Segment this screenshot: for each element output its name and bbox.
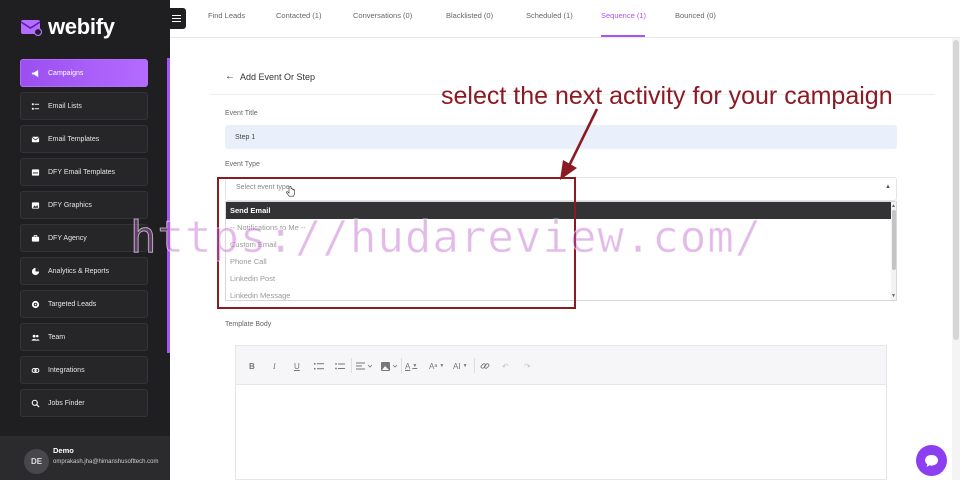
event-title-label: Event Title — [225, 110, 258, 117]
target-icon — [31, 300, 40, 309]
chevron-down-icon: ▼ — [412, 363, 418, 369]
app-logo[interactable]: webify — [20, 14, 115, 40]
tab-scheduled[interactable]: Scheduled (1) — [526, 11, 573, 20]
font-size-icon: Aᵃ — [429, 361, 438, 371]
toolbar-separator — [474, 358, 475, 373]
chevron-down-icon: ▼ — [462, 363, 468, 369]
undo-icon: ↶ — [502, 361, 509, 371]
align-button[interactable] — [356, 360, 372, 372]
sidebar-item-label: DFY Agency — [48, 234, 87, 242]
link-icon — [31, 366, 40, 375]
sidebar-scroll-accent — [167, 58, 170, 353]
sidebar-item-label: Targeted Leads — [48, 300, 97, 308]
tab-blacklisted[interactable]: Blacklisted (0) — [446, 11, 493, 20]
link-icon — [480, 363, 490, 369]
redo-icon: ↷ — [524, 361, 531, 371]
watermark: https://hudareview.com/ — [129, 212, 763, 264]
text-color-icon: A — [405, 361, 411, 371]
ordered-list-icon — [314, 362, 324, 369]
align-left-icon — [356, 362, 372, 369]
chat-bubble-icon — [925, 454, 938, 467]
insert-link-button[interactable] — [480, 360, 490, 372]
list-icon — [31, 102, 40, 111]
avatar[interactable]: DE — [24, 449, 49, 474]
italic-button[interactable]: I — [273, 360, 276, 372]
active-tab-indicator — [601, 35, 645, 37]
ordered-list-button[interactable] — [314, 360, 324, 372]
chevron-down-icon: ▼ — [439, 363, 445, 369]
tab-bounced[interactable]: Bounced (0) — [675, 11, 716, 20]
user-email: omprakash.jha@himanshusofttech.com — [53, 459, 159, 465]
chat-button[interactable] — [916, 445, 947, 476]
toolbar-separator — [401, 358, 402, 373]
bullet-list-button[interactable] — [335, 360, 345, 372]
page-title: Add Event Or Step — [240, 71, 316, 82]
scroll-up-icon[interactable]: ▲ — [891, 203, 896, 209]
tutorial-arrow-icon — [560, 108, 599, 180]
bullet-list-icon — [335, 362, 345, 369]
ai-icon: AI — [453, 361, 461, 371]
font-size-button[interactable]: Aᵃ ▼ — [429, 360, 444, 372]
sidebar-item-dfy-graphics[interactable]: DFY Graphics — [20, 191, 148, 219]
sidebar-item-email-templates[interactable]: Email Templates — [20, 125, 148, 153]
sidebar-item-label: DFY Email Templates — [48, 168, 116, 176]
editor-toolbar — [235, 345, 887, 385]
sidebar-item-label: Analytics & Reports — [48, 267, 110, 275]
sidebar-item-campaigns[interactable]: Campaigns — [20, 59, 148, 87]
sidebar-item-label: Email Templates — [48, 135, 100, 143]
tab-find-leads[interactable]: Find Leads — [208, 11, 245, 20]
tab-contacted[interactable]: Contacted (1) — [276, 11, 321, 20]
megaphone-icon — [31, 69, 40, 78]
sidebar-item-targeted-leads[interactable]: Targeted Leads — [20, 290, 148, 318]
page-scrollbar-thumb[interactable] — [953, 40, 959, 340]
sidebar-menu: Campaigns Email Lists Email Templates DF… — [20, 59, 148, 422]
sidebar-item-analytics[interactable]: Analytics & Reports — [20, 257, 148, 285]
sidebar-item-label: Integrations — [48, 366, 85, 374]
inbox-icon — [31, 168, 40, 177]
underline-button[interactable]: U — [294, 360, 300, 372]
pie-chart-icon — [31, 267, 40, 276]
sidebar-item-label: Team — [48, 333, 66, 341]
redo-button[interactable]: ↷ — [524, 360, 531, 372]
envelope-logo-icon — [20, 18, 43, 37]
sidebar-item-team[interactable]: Team — [20, 323, 148, 351]
sidebar-item-jobs-finder[interactable]: Jobs Finder — [20, 389, 148, 417]
tutorial-annotation-text: select the next activity for your campai… — [441, 82, 893, 110]
sidebar-item-label: Campaigns — [48, 69, 84, 77]
tab-conversations[interactable]: Conversations (0) — [353, 11, 412, 20]
sidebar-item-label: DFY Graphics — [48, 201, 92, 209]
toolbar-separator — [351, 358, 352, 373]
bold-button[interactable]: B — [249, 360, 255, 372]
tab-sequence[interactable]: Sequence (1) — [601, 11, 646, 20]
sidebar-item-dfy-email-templates[interactable]: DFY Email Templates — [20, 158, 148, 186]
undo-button[interactable]: ↶ — [502, 360, 509, 372]
image-icon — [31, 201, 40, 210]
sidebar-item-label: Jobs Finder — [48, 399, 85, 407]
dropdown-scrollbar-thumb[interactable] — [892, 210, 896, 270]
sidebar-item-email-lists[interactable]: Email Lists — [20, 92, 148, 120]
scroll-down-icon[interactable]: ▼ — [891, 293, 896, 299]
envelope-icon — [31, 135, 40, 144]
app-name: webify — [48, 14, 115, 39]
sidebar-item-integrations[interactable]: Integrations — [20, 356, 148, 384]
event-type-label: Event Type — [225, 161, 260, 168]
briefcase-icon — [31, 234, 40, 243]
ai-assist-button[interactable]: AI ▼ — [453, 360, 468, 372]
text-color-button[interactable]: A ▼ — [405, 360, 417, 372]
arrow-left-icon: ← — [225, 71, 235, 82]
user-name: Demo — [53, 446, 74, 455]
template-body-label: Template Body — [225, 321, 272, 328]
caret-up-icon: ▲ — [885, 184, 891, 190]
search-icon — [31, 399, 40, 408]
image-icon — [381, 361, 397, 371]
insert-image-button[interactable] — [381, 360, 397, 372]
users-icon — [31, 333, 40, 342]
sidebar-item-dfy-agency[interactable]: DFY Agency — [20, 224, 148, 252]
back-button[interactable]: ← Add Event Or Step — [225, 71, 315, 82]
sidebar-item-label: Email Lists — [48, 102, 82, 110]
